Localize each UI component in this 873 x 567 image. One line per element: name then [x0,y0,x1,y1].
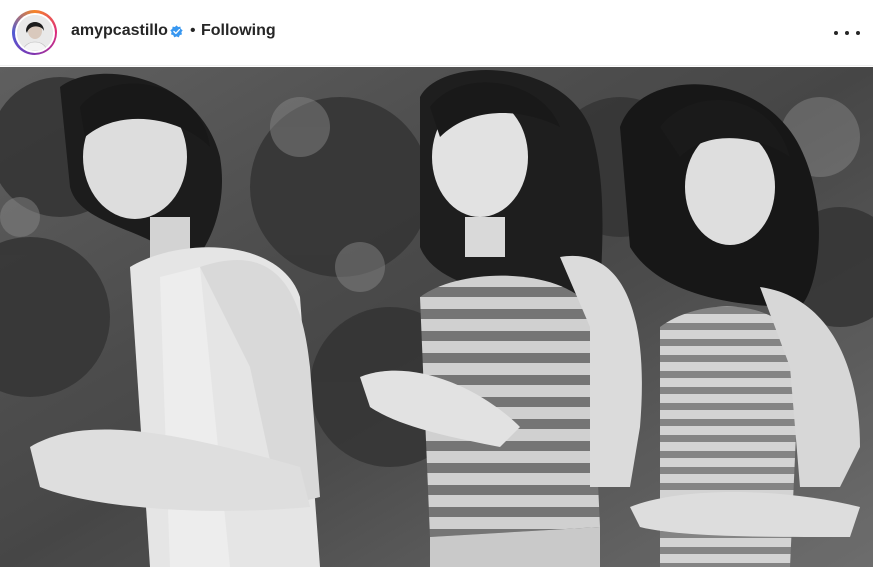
following-button[interactable]: Following [201,22,276,40]
post-header: amypcastillo • Following [0,0,873,66]
verified-badge-icon [170,25,183,38]
avatar[interactable] [16,14,53,51]
separator-dot: • [190,22,196,39]
story-ring[interactable] [12,10,57,55]
vintage-photo-three-girls [0,67,873,567]
post-photo[interactable] [0,67,873,567]
avatar-image [16,14,53,51]
more-options-icon[interactable] [834,26,860,40]
username[interactable]: amypcastillo [71,22,168,40]
